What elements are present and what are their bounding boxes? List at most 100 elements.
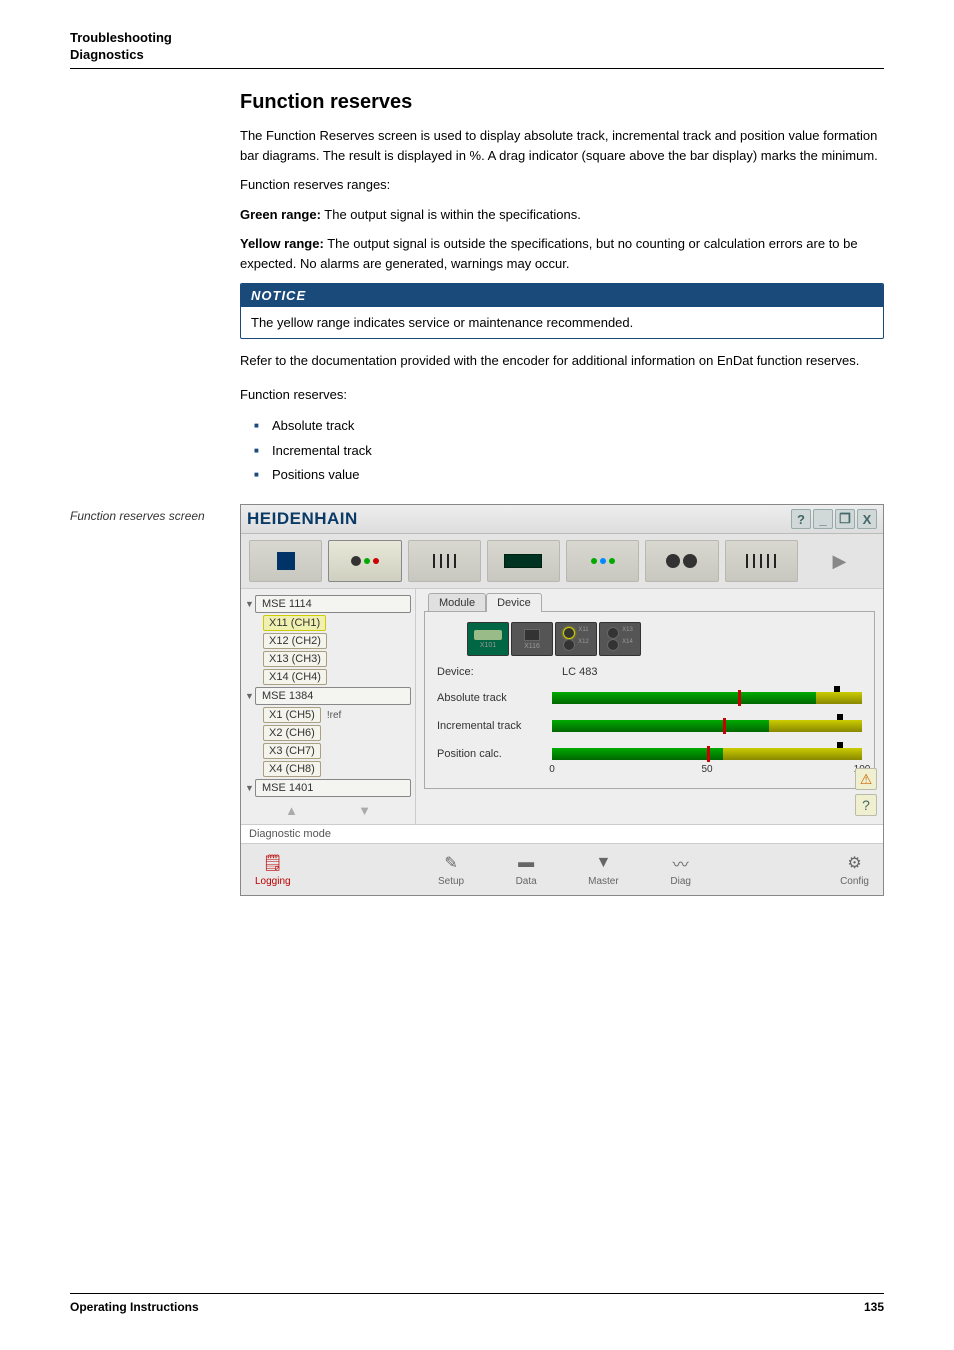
tree-channel[interactable]: X11 (CH1) bbox=[263, 615, 411, 631]
nav-group-right: ⚙ Config bbox=[840, 852, 869, 887]
tree-channel-label: X11 (CH1) bbox=[263, 615, 326, 631]
tree-node[interactable]: ▼ MSE 1114 bbox=[245, 595, 411, 613]
bar-axis: 0 50 100 bbox=[552, 764, 862, 778]
bottom-nav: 🗒 Logging ✎ Setup ▬ Data ▼ Mast bbox=[241, 844, 883, 895]
close-button[interactable]: X bbox=[857, 509, 877, 529]
tree-channel-label: X14 (CH4) bbox=[263, 669, 327, 685]
nav-label: Config bbox=[840, 876, 869, 887]
port-label: X101 bbox=[480, 642, 496, 649]
nav-label: Data bbox=[516, 876, 537, 887]
page-header: Troubleshooting Diagnostics bbox=[70, 30, 884, 62]
tree-node[interactable]: ▼ MSE 1384 bbox=[245, 687, 411, 705]
nav-diag[interactable]: 〰 Diag bbox=[669, 852, 693, 887]
module-slot[interactable] bbox=[566, 540, 639, 582]
status-bar: Diagnostic mode bbox=[241, 824, 883, 844]
header-divider bbox=[70, 68, 884, 69]
tree-toggle-icon[interactable]: ▼ bbox=[245, 691, 255, 701]
tree-node[interactable]: ▼ MSE 1401 bbox=[245, 779, 411, 797]
green-range-text: The output signal is within the specific… bbox=[321, 207, 581, 222]
bullet-item: Incremental track bbox=[254, 439, 884, 464]
help-button[interactable]: ? bbox=[791, 509, 811, 529]
tree-channel[interactable]: X14 (CH4) bbox=[263, 669, 411, 685]
bar-position-calc: Position calc. bbox=[437, 748, 862, 760]
tab-module[interactable]: Module bbox=[428, 593, 486, 612]
side-icons: ⚠ ? bbox=[855, 768, 877, 816]
nav-group-center: ✎ Setup ▬ Data ▼ Master 〰 Diag bbox=[438, 852, 693, 887]
setup-icon: ✎ bbox=[439, 852, 463, 874]
green-range-label: Green range: bbox=[240, 207, 321, 222]
yellow-range-label: Yellow range: bbox=[240, 236, 324, 251]
module-slot[interactable] bbox=[249, 540, 322, 582]
ranges-heading: Function reserves ranges: bbox=[240, 175, 884, 195]
bar-track bbox=[552, 748, 862, 760]
module-slot[interactable] bbox=[645, 540, 718, 582]
nav-label: Diag bbox=[670, 876, 691, 887]
tree-nav-up-icon[interactable]: ▲ bbox=[285, 803, 298, 818]
bar-label: Absolute track bbox=[437, 692, 552, 704]
tree-toggle-icon[interactable]: ▼ bbox=[245, 599, 255, 609]
content-row: Function reserves The Function Reserves … bbox=[70, 91, 884, 488]
nav-config[interactable]: ⚙ Config bbox=[840, 852, 869, 887]
port-label: X13 bbox=[622, 627, 633, 639]
tree-channel[interactable]: X2 (CH6) bbox=[263, 725, 411, 741]
green-range-paragraph: Green range: The output signal is within… bbox=[240, 205, 884, 225]
minimize-button[interactable]: _ bbox=[813, 509, 833, 529]
module-visual: X101 X116 X11 X12 X13 bbox=[467, 622, 862, 656]
config-icon: ⚙ bbox=[843, 852, 867, 874]
nav-master[interactable]: ▼ Master bbox=[588, 852, 619, 887]
tab-device[interactable]: Device bbox=[486, 593, 542, 612]
bullet-item: Positions value bbox=[254, 463, 884, 488]
warning-icon[interactable]: ⚠ bbox=[855, 768, 877, 790]
tree-toggle-icon[interactable]: ▼ bbox=[245, 783, 255, 793]
module-scroll-right[interactable]: ▶ bbox=[804, 540, 875, 582]
nav-setup[interactable]: ✎ Setup bbox=[438, 852, 464, 887]
bar-marker bbox=[837, 714, 843, 720]
tree-channel-label: X4 (CH8) bbox=[263, 761, 321, 777]
app-titlebar: HEIDENHAIN ? _ ❐ X bbox=[241, 505, 883, 534]
data-icon: ▬ bbox=[514, 852, 538, 874]
app-window: HEIDENHAIN ? _ ❐ X ▶ bbox=[240, 504, 884, 896]
bar-drag-indicator bbox=[738, 690, 741, 706]
tree-channel[interactable]: X3 (CH7) bbox=[263, 743, 411, 759]
tree-channel[interactable]: X1 (CH5)!ref bbox=[263, 707, 411, 723]
detail-panel: Module Device X101 X116 bbox=[416, 589, 883, 824]
yellow-range-paragraph: Yellow range: The output signal is outsi… bbox=[240, 234, 884, 273]
notice-heading: NOTICE bbox=[241, 284, 883, 307]
module-slot[interactable] bbox=[408, 540, 481, 582]
tree-panel: ▼ MSE 1114 X11 (CH1) X12 (CH2) X13 (CH3)… bbox=[241, 589, 416, 824]
tree-module-label: MSE 1114 bbox=[255, 595, 411, 613]
module-slot[interactable] bbox=[487, 540, 560, 582]
device-value: LC 483 bbox=[562, 666, 597, 678]
nav-label: Logging bbox=[255, 876, 291, 887]
tabs: Module Device bbox=[428, 593, 875, 612]
port-label: X116 bbox=[524, 643, 540, 650]
tree-channel[interactable]: X12 (CH2) bbox=[263, 633, 411, 649]
refer-paragraph: Refer to the documentation provided with… bbox=[240, 351, 884, 371]
module-slot[interactable] bbox=[725, 540, 798, 582]
tree-channel[interactable]: X4 (CH8) bbox=[263, 761, 411, 777]
bullet-item: Absolute track bbox=[254, 414, 884, 439]
bar-label: Incremental track bbox=[437, 720, 552, 732]
context-help-icon[interactable]: ? bbox=[855, 794, 877, 816]
bar-absolute-track: Absolute track bbox=[437, 692, 862, 704]
tree-channel[interactable]: X13 (CH3) bbox=[263, 651, 411, 667]
module-slot-selected[interactable] bbox=[328, 540, 401, 582]
intro-paragraph: The Function Reserves screen is used to … bbox=[240, 126, 884, 165]
restore-button[interactable]: ❐ bbox=[835, 509, 855, 529]
module-visual-slot: X116 bbox=[511, 622, 553, 656]
nav-data[interactable]: ▬ Data bbox=[514, 852, 538, 887]
nav-logging[interactable]: 🗒 Logging bbox=[255, 852, 291, 887]
app-brand: HEIDENHAIN bbox=[247, 509, 358, 529]
port-label: X12 bbox=[578, 639, 589, 651]
bar-drag-indicator bbox=[707, 746, 710, 762]
notice-box: NOTICE The yellow range indicates servic… bbox=[240, 283, 884, 339]
port-label: X11 bbox=[578, 627, 588, 639]
header-section: Diagnostics bbox=[70, 47, 884, 62]
nav-group-left: 🗒 Logging bbox=[255, 852, 291, 887]
footer-doc-title: Operating Instructions bbox=[70, 1300, 199, 1314]
window-buttons: ? _ ❐ X bbox=[791, 509, 877, 529]
tree-nav-down-icon[interactable]: ▼ bbox=[358, 803, 371, 818]
tree-module-label: MSE 1401 bbox=[255, 779, 411, 797]
screenshot-column: HEIDENHAIN ? _ ❐ X ▶ bbox=[240, 498, 884, 896]
app-body: ▼ MSE 1114 X11 (CH1) X12 (CH2) X13 (CH3)… bbox=[241, 589, 883, 824]
